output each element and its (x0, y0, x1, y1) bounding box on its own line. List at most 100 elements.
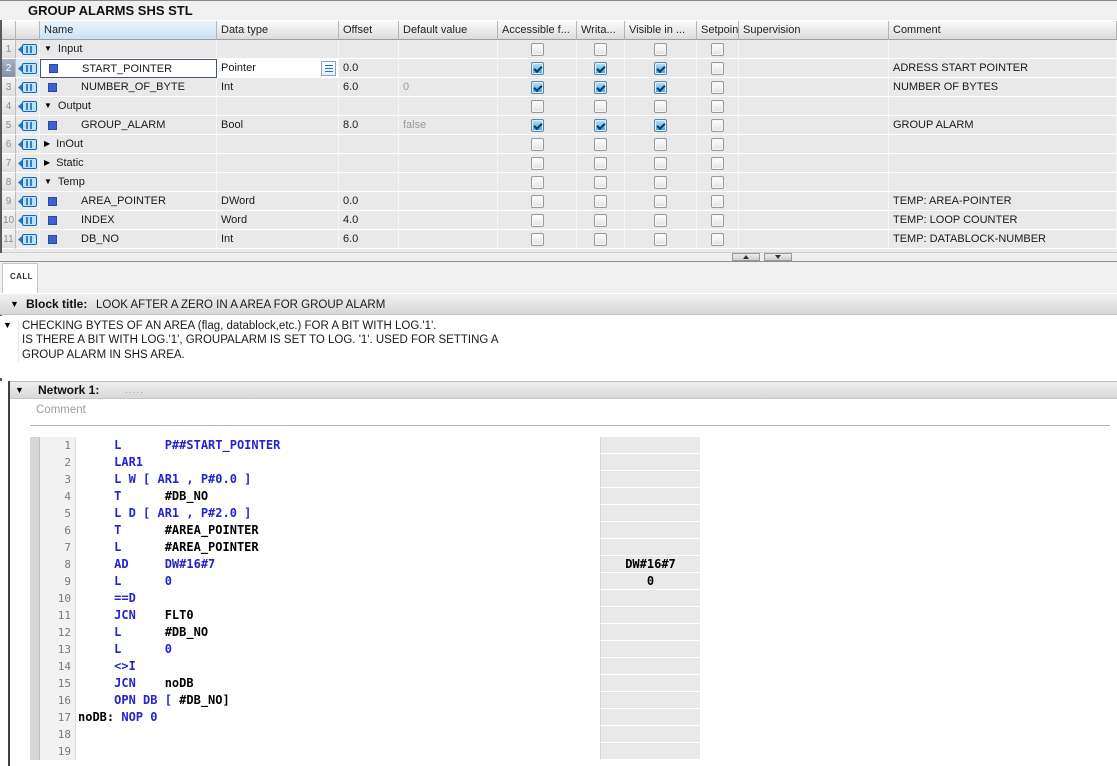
expand-triangle-icon[interactable]: ▼ (44, 102, 52, 110)
setpoint-checkbox[interactable] (711, 157, 724, 170)
tab-call[interactable]: CALL (2, 263, 38, 293)
code-line-text[interactable]: JCN noDB (76, 675, 600, 692)
supervision-cell[interactable] (739, 230, 889, 249)
table-row[interactable]: 5GROUP_ALARMBool8.0falseGROUP ALARM (2, 116, 1117, 135)
visible-checkbox[interactable] (654, 100, 667, 113)
setpoint-checkbox[interactable] (711, 214, 724, 227)
header-writable[interactable]: Writa... (577, 21, 625, 40)
row-number[interactable]: 3 (2, 78, 16, 97)
row-number[interactable]: 10 (2, 211, 16, 230)
writable-checkbox[interactable] (594, 81, 607, 94)
name-cell[interactable]: ▼Temp (40, 173, 217, 192)
accessible-checkbox[interactable] (531, 176, 544, 189)
block-comment-text[interactable]: CHECKING BYTES OF AN AREA (flag, datablo… (18, 319, 499, 362)
expand-triangle-icon[interactable]: ▼ (44, 45, 52, 53)
code-line[interactable]: 12 L #DB_NO (30, 624, 700, 641)
data-type-cell[interactable] (217, 135, 339, 154)
writable-checkbox[interactable] (594, 62, 607, 75)
default-value-cell[interactable] (399, 97, 498, 116)
code-line-text[interactable]: L D [ AR1 , P#2.0 ] (76, 505, 600, 522)
code-line-text[interactable]: L 0 (76, 573, 600, 590)
collapse-triangle-icon[interactable]: ▼ (3, 321, 12, 330)
comment-cell[interactable]: GROUP ALARM (889, 116, 1117, 135)
row-number[interactable]: 11 (2, 230, 16, 249)
scroll-up-button[interactable] (732, 253, 760, 261)
code-line-text[interactable]: T #DB_NO (76, 488, 600, 505)
accessible-checkbox[interactable] (531, 157, 544, 170)
code-line[interactable]: 5 L D [ AR1 , P#2.0 ] (30, 505, 700, 522)
supervision-cell[interactable] (739, 78, 889, 97)
default-value-cell[interactable] (399, 173, 498, 192)
comment-cell[interactable] (889, 173, 1117, 192)
code-line-text[interactable]: JCN FLT0 (76, 607, 600, 624)
code-line[interactable]: 1 L P##START_POINTER (30, 437, 700, 454)
table-scrollbar[interactable] (0, 253, 1117, 261)
supervision-cell[interactable] (739, 211, 889, 230)
code-line-text[interactable] (76, 743, 600, 760)
comment-cell[interactable]: TEMP: AREA-POINTER (889, 192, 1117, 211)
expand-triangle-icon[interactable]: ▶ (44, 159, 50, 167)
data-type-cell[interactable] (217, 97, 339, 116)
default-value-cell[interactable] (399, 135, 498, 154)
name-cell[interactable]: ▼Output (40, 97, 217, 116)
name-cell[interactable]: ▼Input (40, 40, 217, 59)
code-line[interactable]: 19 (30, 743, 700, 760)
visible-checkbox[interactable] (654, 81, 667, 94)
code-line-text[interactable]: L 0 (76, 641, 600, 658)
offset-cell[interactable]: 6.0 (339, 230, 399, 249)
code-line-text[interactable]: L P##START_POINTER (76, 437, 600, 454)
code-line-text[interactable]: AD DW#16#7 (76, 556, 600, 573)
table-row[interactable]: 8▼Temp (2, 173, 1117, 192)
code-line[interactable]: 18 (30, 726, 700, 743)
setpoint-checkbox[interactable] (711, 81, 724, 94)
data-type-cell[interactable] (217, 40, 339, 59)
expand-triangle-icon[interactable]: ▶ (44, 140, 50, 148)
accessible-checkbox[interactable] (531, 214, 544, 227)
header-offset[interactable]: Offset (339, 21, 399, 40)
setpoint-checkbox[interactable] (711, 233, 724, 246)
code-line[interactable]: 6 T #AREA_POINTER (30, 522, 700, 539)
name-cell[interactable]: AREA_POINTER (40, 192, 217, 211)
accessible-checkbox[interactable] (531, 138, 544, 151)
code-line[interactable]: 13 L 0 (30, 641, 700, 658)
block-comment-section[interactable]: ▼ CHECKING BYTES OF AN AREA (flag, datab… (0, 316, 1117, 378)
visible-checkbox[interactable] (654, 233, 667, 246)
offset-cell[interactable]: 0.0 (339, 59, 399, 78)
name-cell[interactable]: DB_NO (40, 230, 217, 249)
writable-checkbox[interactable] (594, 214, 607, 227)
data-type-cell[interactable]: DWord (217, 192, 339, 211)
code-line-text[interactable]: <>I (76, 658, 600, 675)
offset-cell[interactable] (339, 154, 399, 173)
code-line-text[interactable]: LAR1 (76, 454, 600, 471)
setpoint-checkbox[interactable] (711, 195, 724, 208)
default-value-cell[interactable]: 0 (399, 78, 498, 97)
visible-checkbox[interactable] (654, 62, 667, 75)
network-header[interactable]: ▼ Network 1: ..... (10, 381, 1117, 399)
block-title-bar[interactable]: ▼ Block title: LOOK AFTER A ZERO IN A AR… (0, 293, 1117, 315)
table-row[interactable]: 9AREA_POINTERDWord0.0TEMP: AREA-POINTER (2, 192, 1117, 211)
comment-cell[interactable] (889, 154, 1117, 173)
code-line[interactable]: 7 L #AREA_POINTER (30, 539, 700, 556)
code-line[interactable]: 15 JCN noDB (30, 675, 700, 692)
collapse-triangle-icon[interactable]: ▼ (10, 300, 19, 309)
comment-cell[interactable] (889, 40, 1117, 59)
data-type-cell[interactable] (217, 154, 339, 173)
data-type-cell[interactable] (217, 173, 339, 192)
row-number[interactable]: 6 (2, 135, 16, 154)
default-value-cell[interactable] (399, 40, 498, 59)
writable-checkbox[interactable] (594, 43, 607, 56)
row-number[interactable]: 2 (2, 59, 16, 78)
header-data-type[interactable]: Data type (217, 21, 339, 40)
data-type-cell[interactable]: Bool (217, 116, 339, 135)
visible-checkbox[interactable] (654, 138, 667, 151)
offset-cell[interactable] (339, 173, 399, 192)
visible-checkbox[interactable] (654, 195, 667, 208)
offset-cell[interactable]: 0.0 (339, 192, 399, 211)
code-line-text[interactable]: noDB: NOP 0 (76, 709, 600, 726)
header-comment[interactable]: Comment (889, 21, 1117, 40)
code-line[interactable]: 11 JCN FLT0 (30, 607, 700, 624)
code-line[interactable]: 4 T #DB_NO (30, 488, 700, 505)
code-line[interactable]: 8 AD DW#16#7DW#16#7 (30, 556, 700, 573)
stl-code-editor[interactable]: 1 L P##START_POINTER2 LAR13 L W [ AR1 , … (30, 437, 700, 760)
default-value-cell[interactable] (399, 154, 498, 173)
